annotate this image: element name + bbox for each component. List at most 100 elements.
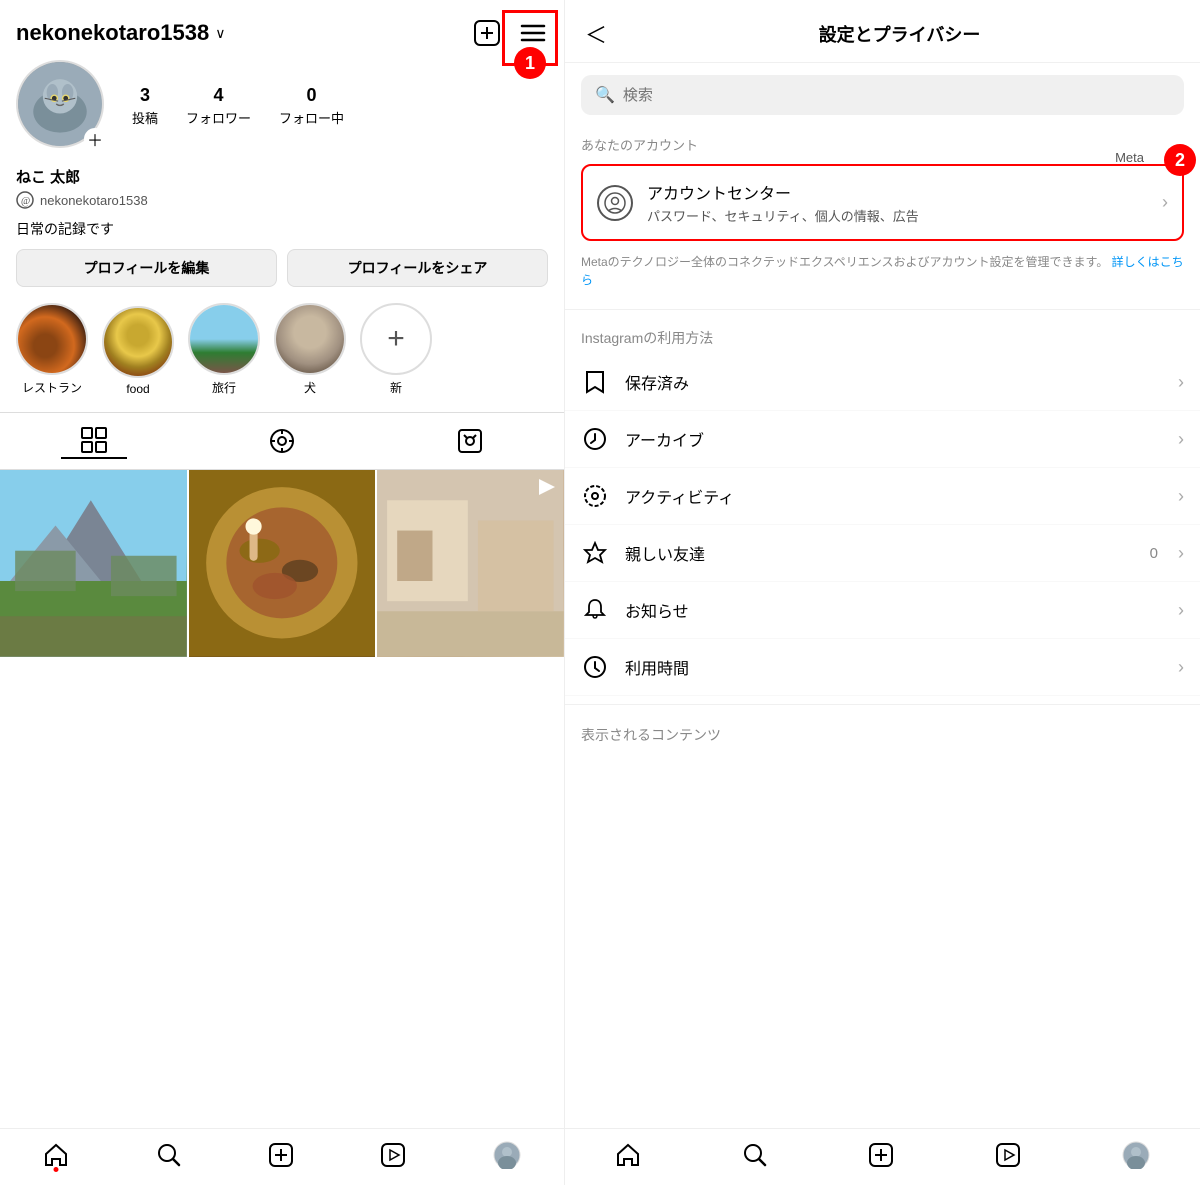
story-add-button[interactable]: + [360,303,432,375]
activity-icon [581,482,609,510]
menu-item-close-friends[interactable]: 親しい友達 0 › [565,525,1200,582]
stat-posts: 3 投稿 [132,85,158,127]
followers-count: 4 [214,85,224,106]
bio-text: 日常の記録です [0,219,564,249]
account-center-chevron: › [1162,192,1168,213]
tabs-row [0,412,564,470]
story-label-dog: 犬 [304,379,316,396]
section-divider-1 [565,309,1200,310]
edit-profile-button[interactable]: プロフィールを編集 [16,249,277,287]
story-food[interactable]: food [102,306,174,396]
nav-profile-right[interactable] [1122,1141,1150,1169]
nav-search-right[interactable] [742,1142,768,1168]
back-button[interactable]: ＜ [585,18,607,50]
story-circle-dog [274,303,346,375]
photo-cell-3[interactable] [377,470,564,657]
instagram-usage-label: Instagramの利用方法 [565,318,1200,354]
stat-following: 0 フォロー中 [279,85,344,127]
threads-username: nekonekotaro1538 [40,193,148,208]
reel-badge [536,476,558,503]
annotation-circle-2: 2 [1164,144,1196,176]
bottom-nav-right [565,1128,1200,1185]
story-label-new: 新 [390,379,402,396]
profile-header: nekonekotaro1538 ∨ 1 [0,0,564,60]
star-icon [581,539,609,567]
nav-reels-left[interactable] [380,1142,406,1168]
bookmark-icon [581,368,609,396]
notifications-label: お知らせ [625,598,1162,622]
posts-count: 3 [140,85,150,106]
account-center-box[interactable]: アカウントセンター パスワード、セキュリティ、個人の情報、広告 › [581,164,1184,241]
archive-chevron: › [1178,429,1184,450]
search-icon: 🔍 [595,85,615,105]
story-label-restaurant: レストラン [22,379,82,396]
archive-label: アーカイブ [625,427,1162,451]
story-new[interactable]: + 新 [360,303,432,396]
left-panel: nekonekotaro1538 ∨ 1 [0,0,565,1185]
clock-icon [581,653,609,681]
chevron-down-icon: ∨ [215,25,225,42]
nav-home-dot [54,1167,59,1172]
menu-item-saved[interactable]: 保存済み › [565,354,1200,411]
archive-icon [581,425,609,453]
action-buttons: プロフィールを編集 プロフィールをシェア [0,249,564,303]
activity-label: アクティビティ [625,484,1162,508]
right-panel: ＜ 設定とプライバシー 🔍 あなたのアカウント Meta アカウントセンター パ… [565,0,1200,1185]
threads-handle: @ nekonekotaro1538 [16,187,548,213]
close-friends-badge: 0 [1150,545,1158,562]
tab-grid[interactable] [61,423,127,459]
settings-header: ＜ 設定とプライバシー [565,0,1200,63]
close-friends-label: 親しい友達 [625,541,1134,565]
story-circle-food [102,306,174,378]
account-center-subtitle: パスワード、セキュリティ、個人の情報、広告 [647,206,1148,225]
nav-profile-left[interactable] [493,1141,521,1169]
stats-row: 3 投稿 4 フォロワー 0 フォロー中 [132,85,344,127]
menu-item-notifications[interactable]: お知らせ › [565,582,1200,639]
menu-item-archive[interactable]: アーカイブ › [565,411,1200,468]
bottom-nav-left [0,1128,564,1185]
followers-label: フォロワー [186,108,251,127]
account-center-title: アカウントセンター [647,180,1148,204]
threads-icon: @ [16,191,34,209]
photo-cell-2[interactable] [189,470,376,657]
add-post-button[interactable] [472,18,502,48]
stat-followers: 4 フォロワー [186,85,251,127]
close-friends-chevron: › [1178,543,1184,564]
story-circle-travel [188,303,260,375]
nav-reels-right[interactable] [995,1142,1021,1168]
share-profile-button[interactable]: プロフィールをシェア [287,249,548,287]
nav-add-left[interactable] [268,1142,294,1168]
notifications-chevron: › [1178,600,1184,621]
story-restaurant[interactable]: レストラン [16,303,88,396]
tab-reels[interactable] [249,423,315,459]
story-travel[interactable]: 旅行 [188,303,260,396]
menu-item-screen-time[interactable]: 利用時間 › [565,639,1200,696]
nav-search-left[interactable] [156,1142,182,1168]
menu-button[interactable]: 1 [518,18,548,48]
section-divider-2 [565,704,1200,705]
meta-description: Metaのテクノロジー全体のコネクテッドエクスペリエンスおよびアカウント設定を管… [565,245,1200,301]
screen-time-chevron: › [1178,657,1184,678]
nav-home-left[interactable] [43,1142,69,1168]
saved-chevron: › [1178,372,1184,393]
story-dog[interactable]: 犬 [274,303,346,396]
story-label-travel: 旅行 [212,379,236,396]
menu-item-activity[interactable]: アクティビティ › [565,468,1200,525]
nav-add-right[interactable] [868,1142,894,1168]
svg-text:@: @ [21,196,30,207]
nav-home-right[interactable] [615,1142,641,1168]
stories-row: レストラン food 旅行 犬 + 新 [0,303,564,412]
tab-tagged[interactable] [437,423,503,459]
following-count: 0 [307,85,317,106]
following-label: フォロー中 [279,108,344,127]
profile-info-row: ＋ 3 投稿 4 フォロワー 0 フォロー中 [0,60,564,166]
username-text: nekonekotaro1538 [16,20,209,46]
header-icons: 1 [472,18,548,48]
search-bar: 🔍 [581,75,1184,115]
account-center-text: アカウントセンター パスワード、セキュリティ、個人の情報、広告 [647,180,1148,225]
story-label-food: food [126,382,149,396]
avatar-container: ＋ [16,60,108,152]
search-input[interactable] [623,87,1170,104]
avatar-add-button[interactable]: ＋ [84,128,106,150]
photo-cell-1[interactable] [0,470,187,657]
